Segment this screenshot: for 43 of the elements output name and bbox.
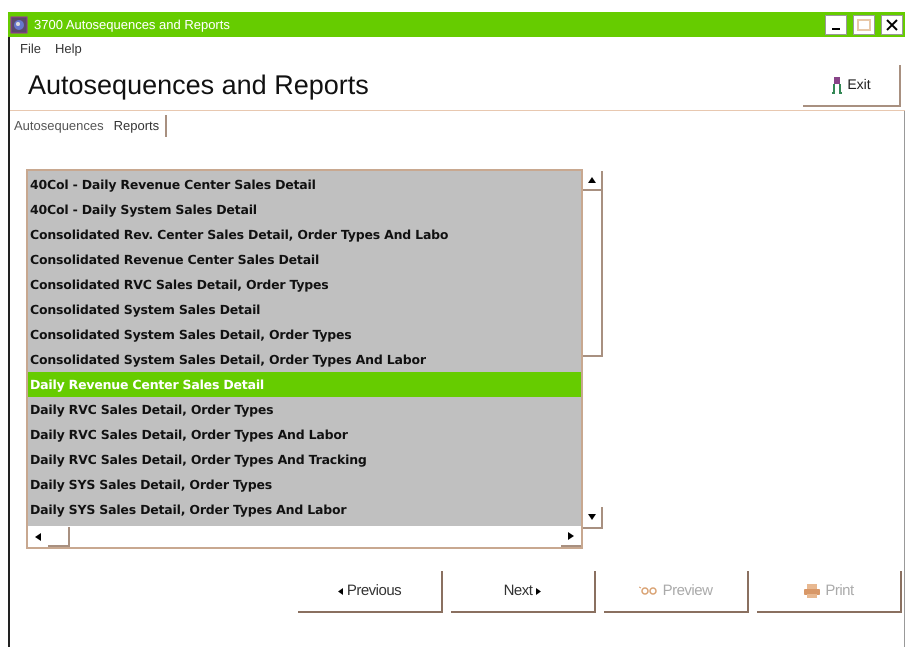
- window-title: 3700 Autosequences and Reports: [34, 16, 231, 34]
- report-item[interactable]: Consolidated System Sales Detail, Order Types: [28, 322, 581, 347]
- next-button[interactable]: Next: [451, 571, 596, 613]
- up-arrow-icon: [588, 177, 596, 183]
- tab[interactable]: Reports: [114, 115, 168, 137]
- minimize-icon: [832, 28, 840, 30]
- tab[interactable]: Autosequences: [14, 115, 104, 137]
- report-item[interactable]: 40Col - Daily Revenue Center Sales Detail: [28, 172, 581, 197]
- scroll-down-button[interactable]: [583, 507, 603, 529]
- left-arrow-icon: [338, 588, 343, 594]
- left-arrow-icon: [35, 532, 41, 540]
- right-arrow-icon: [536, 588, 542, 594]
- scroll-up-button[interactable]: [583, 171, 603, 191]
- close-button[interactable]: [881, 14, 903, 34]
- vertical-scrollbar[interactable]: [583, 171, 603, 529]
- report-item[interactable]: Consolidated RVC Sales Detail, Order Types: [28, 272, 581, 297]
- report-item[interactable]: Consolidated System Sales Detail, Order Types And Labor: [28, 347, 581, 372]
- menu-item[interactable]: Help: [54, 39, 82, 59]
- right-arrow-icon: [568, 532, 574, 540]
- report-item[interactable]: 40Col - Daily System Sales Detail: [28, 197, 581, 222]
- report-item[interactable]: Daily RVC Sales Detail, Order Types: [28, 397, 581, 422]
- menu-item[interactable]: File: [20, 39, 41, 59]
- maximize-button[interactable]: [853, 14, 875, 34]
- printer-icon: [803, 583, 822, 599]
- exit-button[interactable]: Exit: [803, 64, 901, 106]
- down-arrow-icon: [588, 514, 596, 520]
- maximize-icon: [857, 18, 871, 30]
- minimize-button[interactable]: [825, 14, 847, 34]
- previous-button[interactable]: Previous: [298, 571, 443, 613]
- report-item[interactable]: Consolidated Rev. Center Sales Detail, Order Types And Labo: [28, 222, 581, 247]
- report-item[interactable]: Daily SYS Sales Detail, Order Types: [28, 472, 581, 497]
- person-icon: [831, 76, 844, 94]
- report-item[interactable]: Daily RVC Sales Detail, Order Types And Labor: [28, 422, 581, 447]
- page-title: Autosequences and Reports: [28, 69, 369, 102]
- horizontal-scrollbar[interactable]: [28, 525, 581, 547]
- close-icon: [886, 18, 898, 30]
- app-icon: [10, 16, 28, 34]
- report-item[interactable]: Consolidated Revenue Center Sales Detail: [28, 247, 581, 272]
- scroll-thumb[interactable]: [583, 191, 603, 357]
- report-item[interactable]: Daily SYS Sales Detail, Order Types And Labor: [28, 497, 581, 522]
- scroll-thumb[interactable]: [48, 526, 70, 546]
- report-item[interactable]: Daily RVC Sales Detail, Order Types And Tracking: [28, 447, 581, 472]
- report-item[interactable]: Consolidated System Sales Detail: [28, 297, 581, 322]
